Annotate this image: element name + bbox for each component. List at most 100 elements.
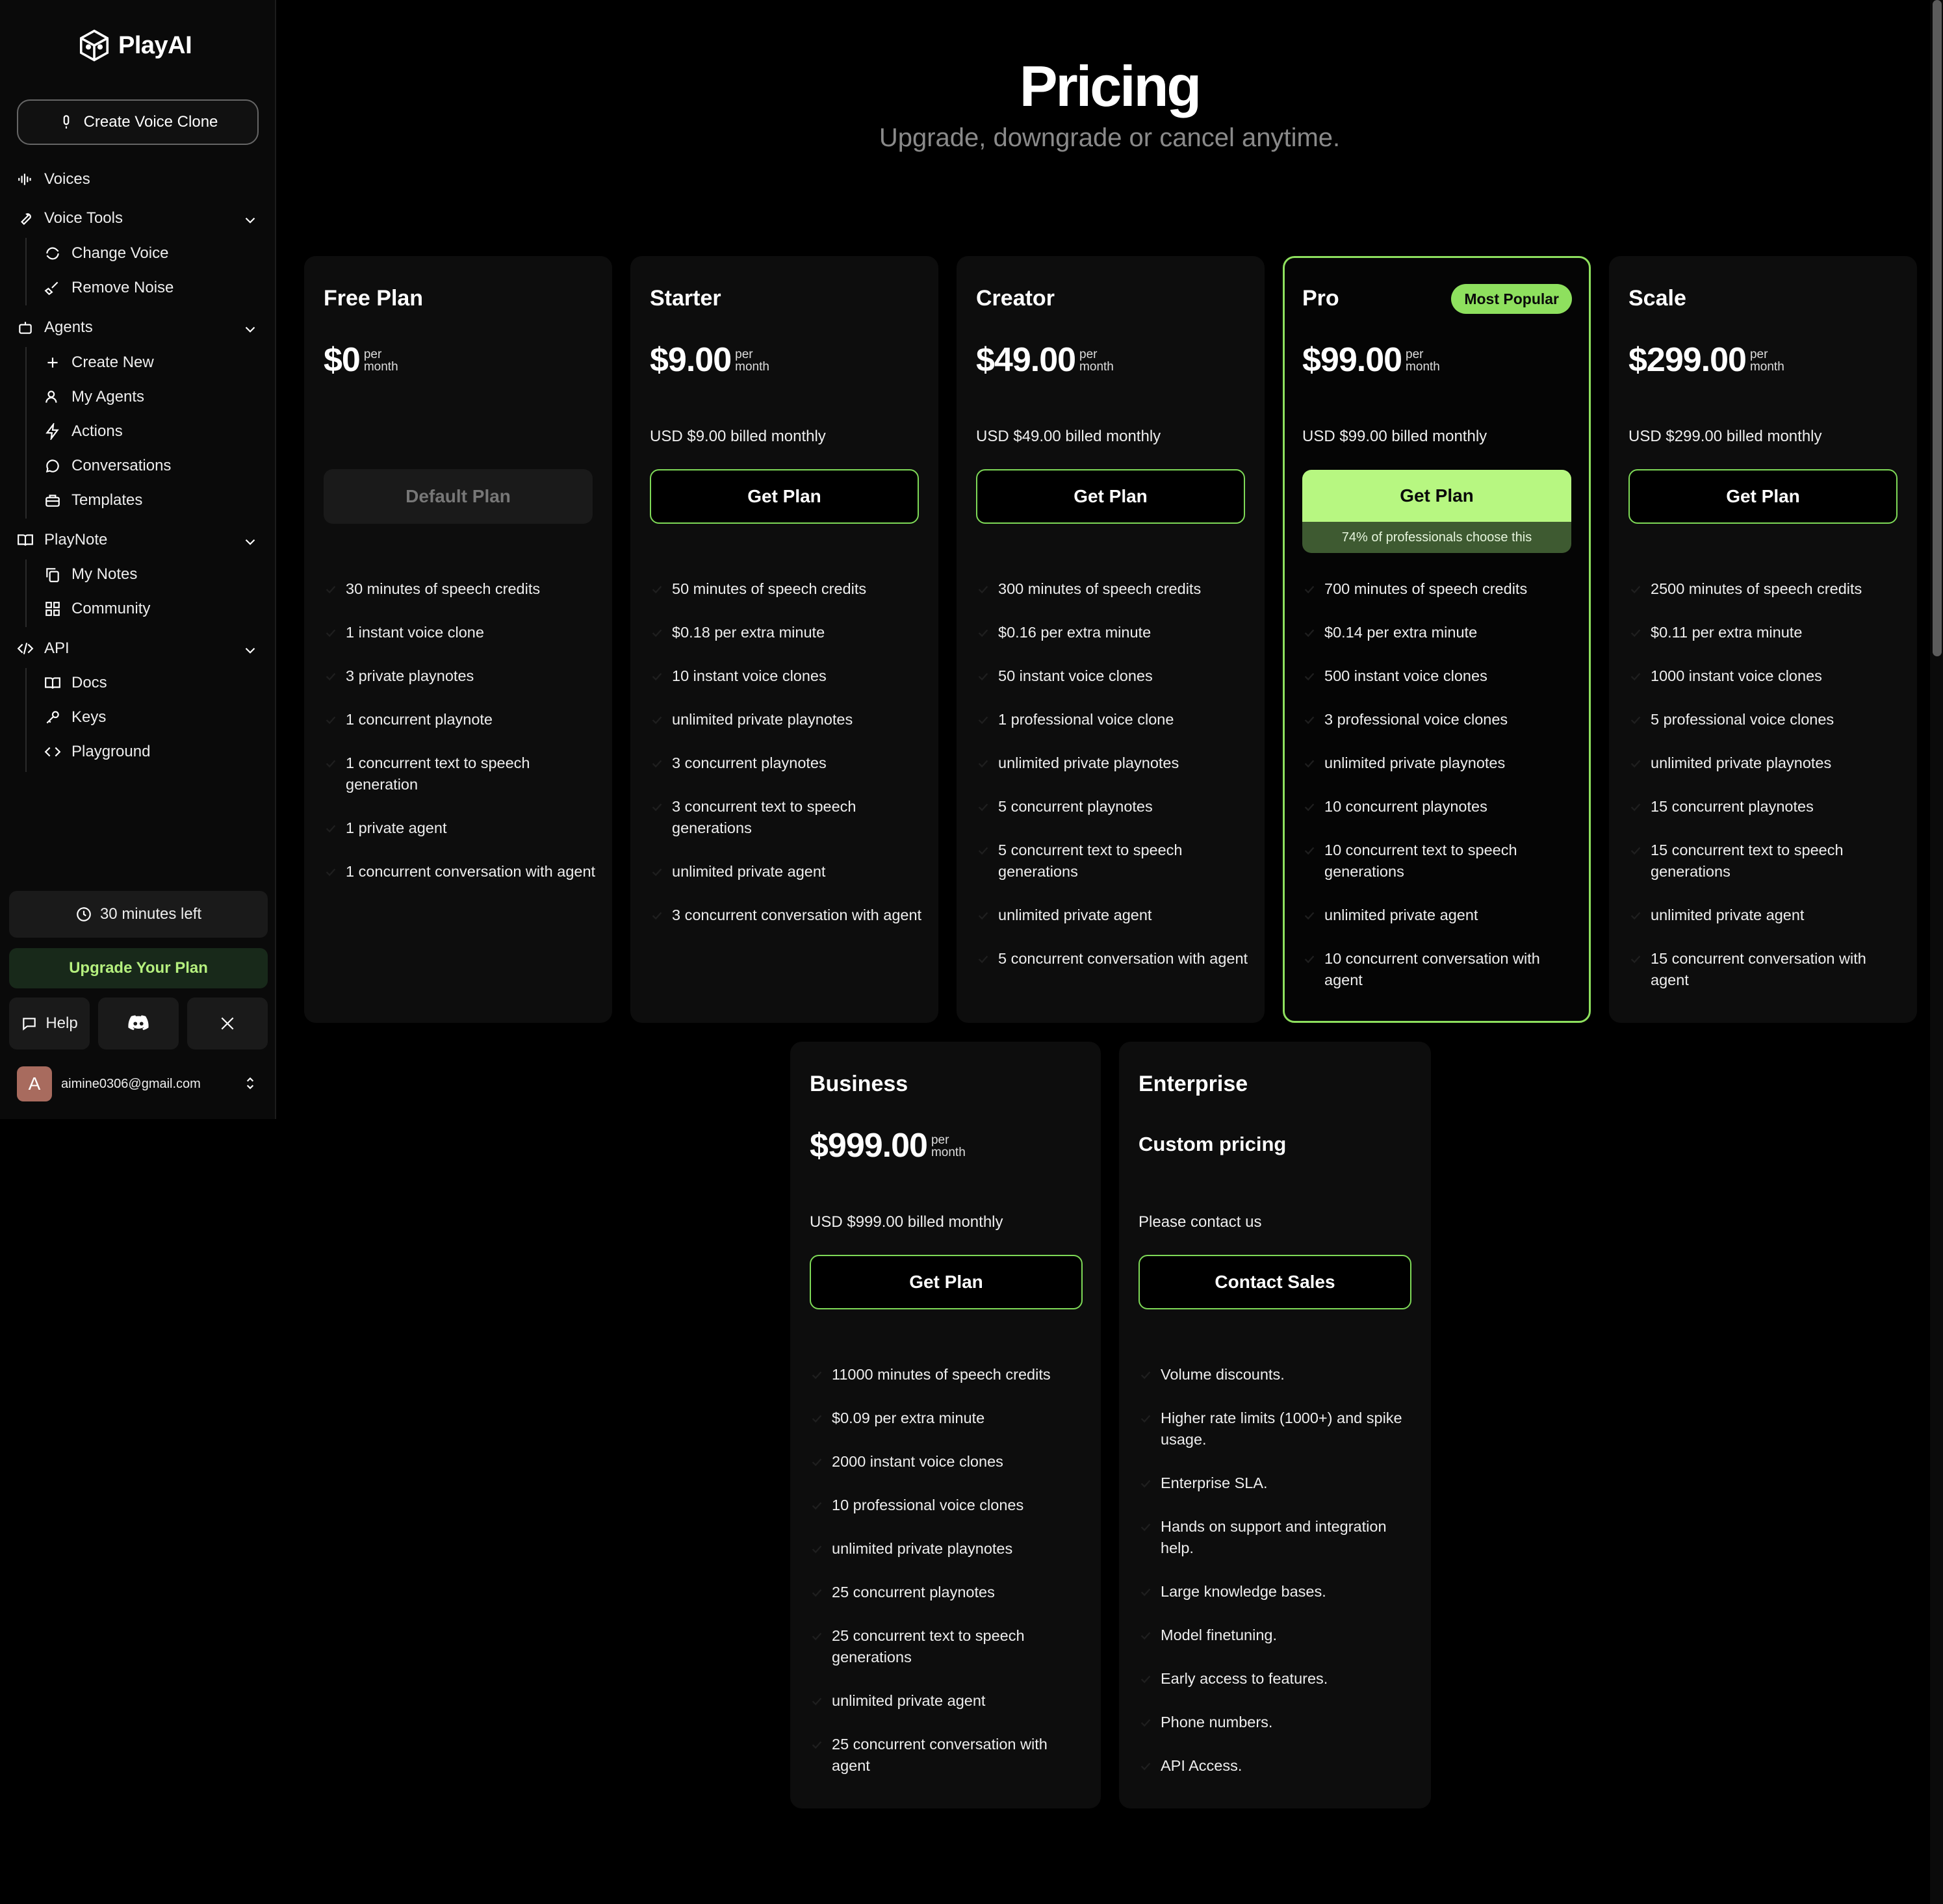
refresh-icon	[44, 245, 61, 262]
sidebar-group-agents[interactable]: Agents	[17, 315, 259, 341]
sidebar-group-voice-tools[interactable]: Voice Tools	[17, 205, 259, 231]
price-amount: $0	[324, 341, 361, 379]
feature-text: unlimited private playnotes	[832, 1540, 1013, 1557]
feature-item: 25 concurrent conversation with agent	[810, 1734, 1083, 1777]
feature-text: unlimited private agent	[998, 907, 1152, 923]
feature-item: unlimited private agent	[1628, 905, 1901, 926]
feature-item: 3 private playnotes	[324, 665, 597, 687]
sidebar-group-playnote[interactable]: PlayNote	[17, 527, 259, 553]
feature-text: API Access.	[1161, 1757, 1242, 1774]
check-icon	[1628, 624, 1643, 639]
feature-item: 10 concurrent conversation with agent	[1302, 948, 1575, 991]
discord-button[interactable]	[98, 997, 179, 1049]
check-icon	[324, 864, 338, 878]
check-icon	[1628, 581, 1643, 595]
sidebar-item-voices[interactable]: Voices	[17, 166, 259, 192]
get-plan-button-pro[interactable]: Get Plan 74% of professionals choose thi…	[1302, 470, 1571, 553]
sidebar-item-label: Docs	[71, 674, 107, 691]
check-icon	[810, 1454, 824, 1468]
check-icon	[324, 712, 338, 726]
grid-icon	[44, 600, 61, 617]
sidebar-item-my-agents[interactable]: My Agents	[44, 384, 144, 410]
check-icon	[976, 712, 990, 726]
check-icon	[1628, 799, 1643, 813]
get-plan-button-starter[interactable]: Get Plan	[650, 469, 919, 524]
feature-list: 300 minutes of speech credits $0.16 per e…	[976, 578, 1249, 992]
sidebar-item-remove-noise[interactable]: Remove Noise	[44, 275, 174, 301]
custom-pricing: Custom pricing	[1139, 1133, 1287, 1155]
get-plan-label: Get Plan	[1302, 470, 1571, 522]
plan-price: $99.00 per month	[1302, 341, 1440, 380]
check-icon	[1628, 907, 1643, 921]
help-button[interactable]: Help	[9, 997, 90, 1049]
clock-icon	[75, 906, 92, 923]
check-icon	[976, 842, 990, 856]
check-icon	[810, 1584, 824, 1599]
sidebar-item-actions[interactable]: Actions	[44, 418, 123, 444]
feature-item: Phone numbers.	[1139, 1712, 1411, 1733]
feature-item: 1 instant voice clone	[324, 622, 597, 643]
feature-item: 10 concurrent text to speech generations	[1302, 840, 1575, 882]
feature-text: 2000 instant voice clones	[832, 1453, 1003, 1470]
check-icon	[1139, 1367, 1153, 1381]
check-icon	[1628, 842, 1643, 856]
feature-item: 25 concurrent text to speech generations	[810, 1625, 1083, 1668]
sidebar-item-docs[interactable]: Docs	[44, 670, 107, 696]
feature-item: 15 concurrent text to speech generations	[1628, 840, 1901, 882]
price-period: per month	[735, 348, 769, 373]
sidebar-item-community[interactable]: Community	[44, 596, 150, 622]
feature-item: 2000 instant voice clones	[810, 1451, 1083, 1473]
x-twitter-button[interactable]	[187, 997, 268, 1049]
sidebar-item-create-new[interactable]: Create New	[44, 350, 154, 376]
check-icon	[976, 624, 990, 639]
check-icon	[810, 1410, 824, 1424]
upgrade-plan-button[interactable]: Upgrade Your Plan	[9, 948, 268, 988]
account-email: aimine0306@gmail.com	[61, 1076, 201, 1091]
feature-text: unlimited private agent	[672, 863, 826, 880]
get-plan-button-business[interactable]: Get Plan	[810, 1255, 1083, 1309]
price-period: per month	[1406, 348, 1440, 373]
get-plan-button-scale[interactable]: Get Plan	[1628, 469, 1898, 524]
feature-text: 3 private playnotes	[346, 667, 474, 684]
feature-item: 5 concurrent conversation with agent	[976, 948, 1249, 970]
users-icon	[44, 389, 61, 405]
account-switcher[interactable]: A aimine0306@gmail.com	[17, 1066, 259, 1102]
sidebar-group-label: Agents	[44, 318, 93, 336]
copy-icon	[44, 566, 61, 583]
plus-icon	[44, 354, 61, 371]
price-month: month	[1406, 360, 1440, 374]
page-title: Pricing	[1019, 54, 1202, 118]
plan-name: Starter	[650, 286, 721, 311]
sidebar-item-change-voice[interactable]: Change Voice	[44, 240, 168, 266]
sidebar-item-conversations[interactable]: Conversations	[44, 453, 171, 479]
sidebar-group-api[interactable]: API	[17, 636, 259, 662]
sidebar-item-playground[interactable]: Playground	[44, 739, 150, 765]
sidebar-item-templates[interactable]: Templates	[44, 487, 142, 513]
check-icon	[1302, 668, 1317, 682]
feature-text: Large knowledge bases.	[1161, 1583, 1326, 1600]
broom-icon	[44, 279, 61, 296]
check-icon	[324, 668, 338, 682]
feature-item: unlimited private agent	[810, 1690, 1083, 1712]
check-icon	[324, 755, 338, 769]
contact-sales-button[interactable]: Contact Sales	[1139, 1255, 1411, 1309]
scrollbar-thumb[interactable]	[1933, 0, 1942, 656]
minutes-left-indicator[interactable]: 30 minutes left	[9, 891, 268, 938]
wrench-icon	[17, 210, 34, 227]
feature-item: Hands on support and integration help.	[1139, 1516, 1411, 1559]
feature-text: 5 concurrent text to speech generations	[998, 842, 1183, 880]
sidebar-item-label: Community	[71, 600, 151, 617]
price-amount: $9.00	[650, 341, 732, 379]
feature-text: 15 concurrent conversation with agent	[1651, 950, 1866, 988]
feature-item: $0.18 per extra minute	[650, 622, 923, 643]
get-plan-button-creator[interactable]: Get Plan	[976, 469, 1245, 524]
feature-text: unlimited private agent	[1324, 907, 1478, 923]
check-icon	[1302, 951, 1317, 965]
sidebar-item-my-notes[interactable]: My Notes	[44, 561, 137, 587]
plan-name: Creator	[976, 286, 1055, 311]
check-icon	[324, 624, 338, 639]
sidebar-item-keys[interactable]: Keys	[44, 704, 106, 730]
feature-item: 15 concurrent playnotes	[1628, 796, 1901, 817]
feature-text: 50 minutes of speech credits	[672, 580, 867, 597]
feature-item: 1000 instant voice clones	[1628, 665, 1901, 687]
